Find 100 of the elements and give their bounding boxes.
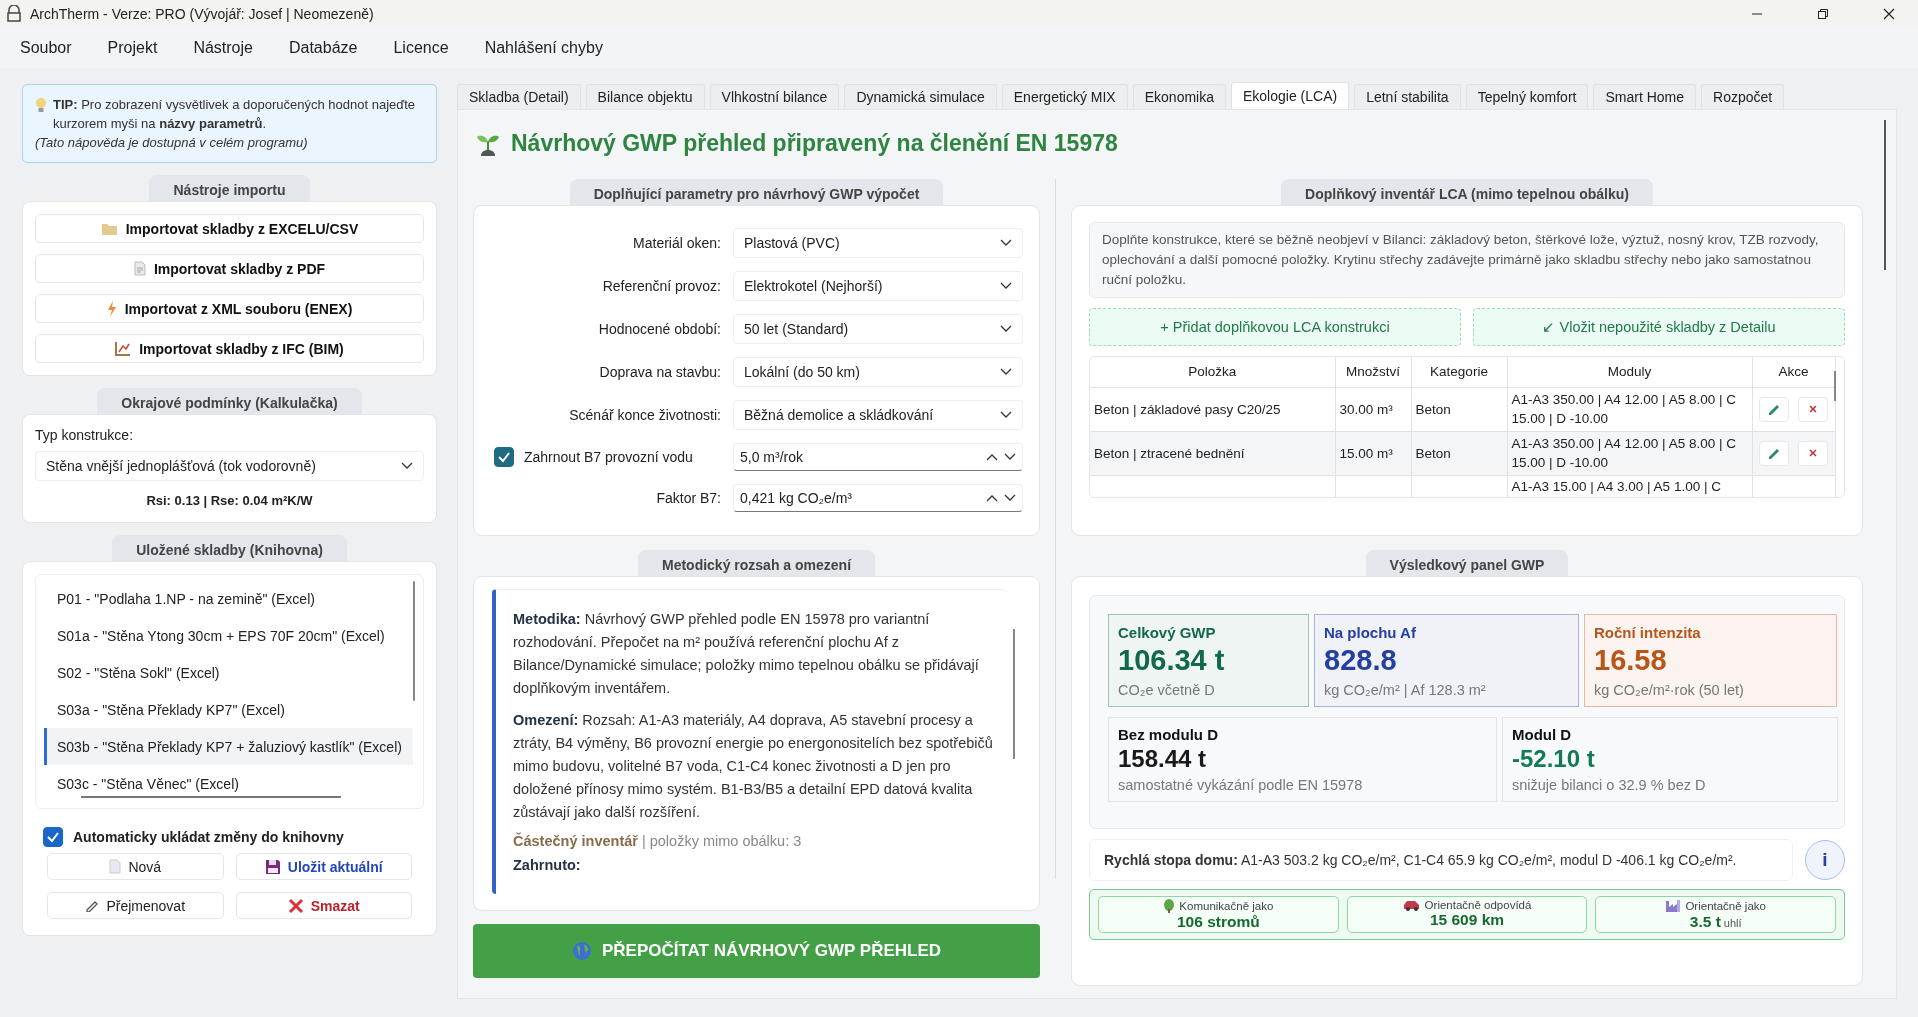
menu-item[interactable]: Nástroje: [181, 35, 265, 61]
menu-item[interactable]: Projekt: [95, 35, 170, 61]
scrollbar[interactable]: [1834, 371, 1836, 401]
checkmark-icon: [497, 451, 511, 463]
menu-item[interactable]: Databáze: [276, 35, 370, 61]
tab[interactable]: Ekologie (LCA): [1231, 82, 1350, 109]
metric-value: 16.58: [1594, 644, 1668, 677]
add-button[interactable]: ↙ Vložit nepoužité skladby z Detailu: [1473, 308, 1845, 346]
section-title: Metodický rozsah a omezení: [637, 550, 876, 578]
lightbulb-icon: [35, 97, 47, 113]
tab[interactable]: Tepelný komfort: [1465, 84, 1589, 109]
dropdown[interactable]: Lokální (do 50 km): [733, 357, 1023, 387]
checkmark-icon: [46, 831, 60, 843]
tab[interactable]: Skladba (Detail): [457, 84, 581, 109]
maximize-icon[interactable]: [1817, 8, 1829, 20]
metric-note: CO₂e včetně D: [1118, 682, 1216, 698]
list-item[interactable]: S03a - "Stěna Překlady KP7" (Excel): [44, 691, 413, 729]
chevron-icon: [1000, 368, 1012, 376]
menu-item[interactable]: Licence: [381, 35, 461, 61]
checkbox[interactable]: [43, 827, 63, 847]
list-item[interactable]: P01 - "Podlaha 1.NP - na zemině" (Excel): [44, 581, 413, 618]
chevron-icon: [401, 462, 413, 470]
tab[interactable]: Energetický MIX: [1001, 84, 1128, 109]
list-item[interactable]: S01a - "Stěna Ytong 30cm + EPS 70F 20cm" (Excel): [44, 617, 413, 655]
folder-icon: [100, 221, 118, 236]
metric-label: Modul D: [1512, 726, 1573, 743]
tab[interactable]: Dynamická simulace: [844, 84, 997, 109]
tab[interactable]: Bilance objektu: [585, 84, 705, 109]
section-title: Doplňkový inventář LCA (mimo tepelnou obálku): [1281, 179, 1653, 207]
metric-value: -52.10 t: [1512, 745, 1596, 773]
equivalent-label: Orientačně odpovídá: [1424, 899, 1532, 911]
tab[interactable]: Ekonomika: [1132, 84, 1226, 109]
tab[interactable]: Rozpočet: [1701, 84, 1785, 109]
section-title: Doplňující parametry pro návrhový GWP výpočet: [569, 179, 944, 207]
list-item[interactable]: S02 - "Stěna Sokl" (Excel): [44, 654, 413, 692]
table-cell: 30.00 m³: [1335, 387, 1411, 431]
list-item[interactable]: S03b - "Stěna Překlady KP7 + žaluziový kastlík" (Excel): [44, 728, 413, 766]
close-icon: [1808, 404, 1818, 414]
edit-button[interactable]: [1759, 396, 1789, 422]
paragraph: Metodika: Návrhový GWP přehled podle EN 15978 pro variantní rozhodování. Přepočet na m² používá referenční plochu Af z Bilance/Dynamické simulace; položky mimo tepelnou obálku se přidávají doplňkovým inventářem.: [513, 610, 980, 698]
scrollbar[interactable]: [1013, 629, 1015, 759]
close-icon[interactable]: [1883, 8, 1895, 20]
import-button[interactable]: Importovat skladby z IFC (BIM): [35, 334, 424, 363]
table-cell: A1-A3 350.00 | A4 12.00 | A5 8.00 | C 15.00 | D -10.00: [1507, 431, 1752, 475]
metric-value: 106.34 t: [1118, 644, 1226, 677]
info-button[interactable]: i: [1805, 840, 1845, 880]
pencil-icon: [1767, 447, 1781, 459]
table-cell: Beton | základové pasy C20/25: [1090, 387, 1335, 431]
list-item[interactable]: S03c - "Stěna Věnec" (Excel): [44, 765, 413, 802]
close-icon: [1808, 448, 1818, 458]
dropdown[interactable]: Elektrokotel (Nejhorší): [733, 271, 1023, 301]
tip-note: (Tato nápověda je dostupná v celém programu): [35, 134, 309, 152]
equivalent-label: Komunikačně jako: [1179, 900, 1274, 912]
metric-note: samostatné vykázání podle EN 15978: [1118, 777, 1364, 793]
page-heading: Návrhový GWP přehled připravený na členění EN 15978: [511, 130, 1118, 157]
column-header: Položka: [1090, 357, 1335, 387]
import-button[interactable]: Importovat z XML souboru (ENEX): [35, 294, 424, 323]
construction-dropdown[interactable]: Stěna vnější jednoplášťová (tok vodorovně): [35, 451, 424, 481]
metric-note: kg CO₂e/m² | Af 128.3 m²: [1324, 682, 1487, 698]
checkbox-label: Zahrnout B7 provozní vodu: [524, 449, 693, 465]
tab[interactable]: Vlhkostní bilance: [709, 84, 840, 109]
table-cell: Beton: [1411, 431, 1507, 475]
spin-field[interactable]: 5,0 m³/rok: [733, 443, 1023, 471]
spin-field[interactable]: 0,421 kg CO₂e/m³: [733, 484, 1023, 512]
chevron-icon: [1000, 411, 1012, 419]
rename-button[interactable]: Přejmenovat: [47, 892, 224, 919]
metric-label: Na plochu Af: [1324, 624, 1417, 641]
new-button[interactable]: Nová: [47, 853, 224, 880]
dropdown[interactable]: 50 let (Standard): [733, 314, 1023, 344]
scrollbar[interactable]: [81, 796, 341, 798]
paragraph: Omezení: Rozsah: A1-A3 materiály, A4 doprava, A5 stavební procesy a ztráty, B4 výměny, B6 provozní energie po energonositelích bez spotřebičů mimo budovu, volitelné B7 voda, C1-C4 konec životnosti a D jen pro doložené přínosy mimo systém. B1-B3/B5 a detailní EPD datová kvalita zůstávají jako další rozšíření.: [513, 711, 994, 822]
menu-item[interactable]: Nahlášení chyby: [472, 35, 615, 61]
remove-button[interactable]: [1798, 440, 1828, 466]
factory-icon: [1665, 899, 1682, 913]
pencil-icon: [85, 899, 100, 912]
checkbox[interactable]: [494, 447, 514, 467]
equivalent-unit: uhlí: [1723, 917, 1742, 929]
scrollbar[interactable]: [1884, 120, 1886, 270]
footprint-text: Rychlá stopa domu: A1-A3 503.2 kg CO₂e/m², C1-C4 65.9 kg CO₂e/m², modul D -406.1 kg CO₂e/m².: [1089, 839, 1793, 881]
dropdown[interactable]: Plastová (PVC): [733, 228, 1023, 258]
scrollbar[interactable]: [413, 581, 415, 701]
dropdown[interactable]: Běžná demolice a skládkování: [733, 400, 1023, 430]
add-button[interactable]: + Přidat doplňkovou LCA konstrukci: [1089, 308, 1461, 346]
tab[interactable]: Letní stabilita: [1354, 84, 1461, 109]
menu-item[interactable]: Soubor: [8, 35, 84, 61]
edit-button[interactable]: [1759, 440, 1789, 466]
remove-button[interactable]: [1798, 396, 1828, 422]
tab[interactable]: Smart Home: [1593, 84, 1697, 109]
import-button[interactable]: Importovat skladby z PDF: [35, 254, 424, 283]
metric-note: kg CO₂e/m²·rok (50 let): [1594, 682, 1745, 698]
equivalent-value: 15 609 km: [1429, 911, 1505, 929]
save-button[interactable]: Uložit aktuální: [235, 853, 412, 880]
delete-button[interactable]: Smazat: [235, 892, 412, 919]
import-button[interactable]: Importovat skladby z EXCELU/CSV: [35, 214, 424, 243]
group-title: Okrajové podmínky (Kalkulačka): [97, 388, 362, 416]
field-label: Materiál oken:: [632, 235, 721, 251]
field-label: Hodnocené období:: [597, 321, 721, 337]
resistance-text: Rsi: 0.13 | Rse: 0.04 m²K/W: [145, 493, 314, 508]
chevron-icon: [1000, 325, 1012, 333]
table-cell: Beton | ztracené bednění: [1090, 431, 1335, 475]
